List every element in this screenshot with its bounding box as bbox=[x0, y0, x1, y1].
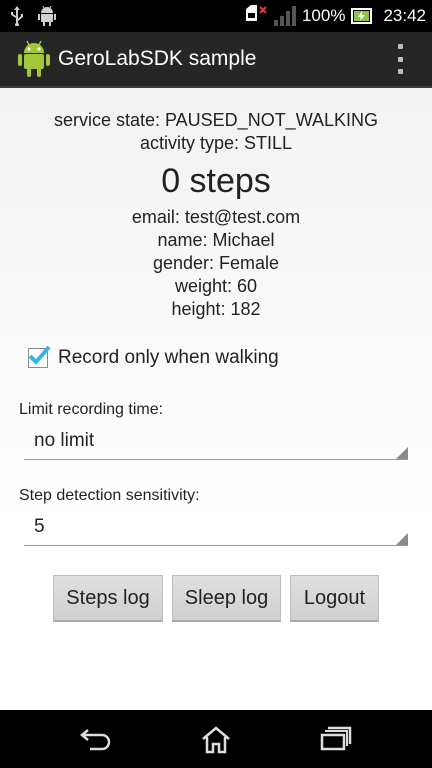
recent-apps-icon[interactable] bbox=[320, 726, 352, 752]
record-walking-checkbox[interactable] bbox=[28, 345, 51, 368]
main-content: service state: PAUSED_NOT_WALKING activi… bbox=[0, 88, 432, 710]
status-bar: 100% 23:42 bbox=[0, 0, 432, 32]
signal-icon bbox=[273, 6, 296, 26]
limit-recording-spinner[interactable]: no limit bbox=[24, 426, 408, 460]
sensitivity-spinner[interactable]: 5 bbox=[24, 512, 408, 546]
home-icon[interactable] bbox=[201, 726, 231, 754]
steps-count: 0 steps bbox=[161, 162, 271, 200]
back-icon[interactable] bbox=[80, 726, 112, 752]
activity-type-text: activity type: STILL bbox=[139, 133, 293, 153]
email-text: email: test@test.com bbox=[131, 207, 301, 227]
app-title: GeroLabSDK sample bbox=[58, 47, 257, 70]
navigation-bar bbox=[0, 710, 432, 768]
service-state-text: service state: PAUSED_NOT_WALKING bbox=[53, 110, 379, 130]
dropdown-arrow-icon bbox=[396, 533, 408, 545]
action-bar: GeroLabSDK sample bbox=[0, 32, 432, 88]
android-app-icon bbox=[18, 40, 50, 77]
limit-recording-label: Limit recording time: bbox=[19, 401, 164, 418]
overflow-menu-icon[interactable] bbox=[390, 44, 410, 74]
status-bar-right: 100% 23:42 bbox=[244, 5, 426, 27]
steps-log-button[interactable]: Steps log bbox=[53, 575, 163, 622]
sensitivity-label: Step detection sensitivity: bbox=[19, 487, 200, 504]
sensitivity-value: 5 bbox=[34, 516, 45, 537]
logout-button[interactable]: Logout bbox=[290, 575, 379, 622]
gender-text: gender: Female bbox=[152, 253, 280, 273]
battery-charging-icon bbox=[351, 8, 373, 24]
battery-percent: 100% bbox=[301, 6, 346, 25]
sleep-log-button[interactable]: Sleep log bbox=[172, 575, 281, 622]
record-walking-checkbox-row[interactable]: Record only when walking bbox=[28, 345, 279, 369]
status-time: 23:42 bbox=[383, 6, 426, 25]
height-text: height: 182 bbox=[171, 299, 261, 319]
checkmark-icon bbox=[28, 345, 51, 365]
dropdown-arrow-icon bbox=[396, 447, 408, 459]
record-walking-label: Record only when walking bbox=[58, 347, 279, 368]
name-text: name: Michael bbox=[157, 230, 275, 250]
status-bar-left bbox=[10, 6, 56, 26]
limit-recording-value: no limit bbox=[34, 430, 95, 451]
weight-text: weight: 60 bbox=[174, 276, 258, 296]
usb-icon bbox=[11, 6, 23, 26]
sim-no-signal-icon bbox=[245, 5, 267, 21]
android-debug-icon bbox=[38, 6, 56, 26]
